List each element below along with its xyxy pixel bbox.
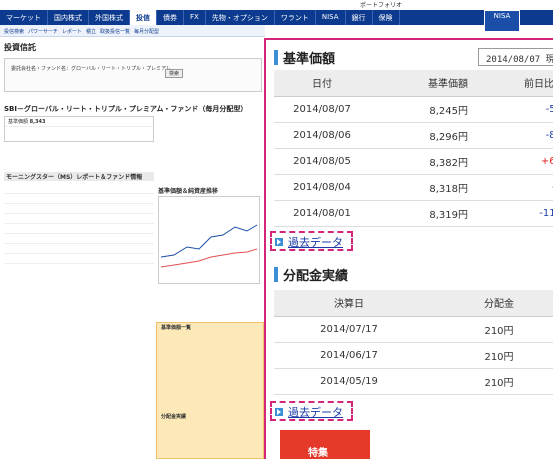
info-row <box>4 254 154 264</box>
nav-date-cell: 2014/08/06 <box>274 122 370 149</box>
nav-tab[interactable]: 銀行 <box>346 10 373 25</box>
nav-date-cell: 2014/08/05 <box>274 148 370 175</box>
morningstar-title: モーニングスター（MS）レポート＆ファンド情報 <box>4 172 154 181</box>
price-label: 基準価額 <box>8 119 29 125</box>
asset-line <box>160 248 258 268</box>
fund-title: SBI－グローバル・リート・トリプル・プレミアム・ファンド（毎月分配型） <box>4 105 248 113</box>
section-title: 投資信託 <box>4 43 36 52</box>
nav-row: 2014/08/078,245円-51 <box>274 96 553 123</box>
nav-date-cell: 2014/08/01 <box>274 200 370 227</box>
info-row <box>4 244 154 254</box>
feature-banner[interactable]: 特集 <box>280 430 370 459</box>
nav-tab[interactable]: FX <box>184 10 206 25</box>
past-data-link-nav[interactable]: 過去データ <box>270 231 353 251</box>
top-band: ポートフォリオ <box>0 0 553 10</box>
nav-tab[interactable]: マーケット <box>0 10 48 25</box>
fund-search-box: 委託会社名・ファンド名：グローバル・リート・トリプル・プレミアム 検索 <box>4 58 262 92</box>
nav-change-cell: -1 <box>474 174 553 201</box>
nav-price-cell: 8,319円 <box>370 200 474 227</box>
subnav-item[interactable]: パワーサーチ <box>28 29 58 35</box>
main-nav: マーケット 国内株式 外国株式 投信 債券 FX 先物・オプション ワラント NISA 銀行 保険 <box>0 10 553 25</box>
dist-table: 決算日 分配金 2014/07/17 210円 2014/06/17 210円 2014/… <box>274 290 553 395</box>
nav-section-title: 基準価額 <box>274 48 335 68</box>
nav-tab[interactable]: 外国株式 <box>89 10 130 25</box>
nav-tab[interactable]: ワラント <box>275 10 316 25</box>
past-data-label: 過去データ <box>288 406 343 419</box>
search-label: 委託会社名・ファンド名：グローバル・リート・トリプル・プレミアム <box>11 66 171 72</box>
nav-price-cell: 8,296円 <box>370 122 474 149</box>
price-summary-box: 基準価額 8,343 <box>4 116 154 142</box>
nav-column-header: 基準価額 <box>370 70 474 97</box>
past-data-link-dist[interactable]: 過去データ <box>270 401 353 421</box>
portfolio-link[interactable]: ポートフォリオ <box>360 0 402 10</box>
nav-date: 2014/08/07 現 <box>478 48 553 66</box>
dist-title-small: 分配金実績 <box>161 414 187 420</box>
dist-date-cell: 2014/05/19 <box>274 368 424 395</box>
nav-price-cell: 8,382円 <box>370 148 474 175</box>
nav-change-cell: -51 <box>474 96 553 123</box>
arrow-right-icon <box>275 408 283 416</box>
nav-price-cell: 8,245円 <box>370 96 474 123</box>
search-button[interactable]: 検索 <box>165 69 184 78</box>
subnav-item[interactable]: 投信検索 <box>4 29 24 35</box>
nav-row: 2014/08/018,319円-111 <box>274 200 553 227</box>
subnav-item[interactable]: 取扱投信一覧 <box>100 29 130 35</box>
dist-column-header: 分配金 <box>424 290 553 317</box>
info-row <box>4 184 154 194</box>
nav-column-header: 日付 <box>274 70 370 97</box>
nav-tab[interactable]: 債券 <box>157 10 184 25</box>
nav-change-cell: -111 <box>474 200 553 227</box>
detail-popup: 基準価額 2014/08/07 現 日付 基準価額 前日比 2014/08/07 8,… <box>264 38 553 459</box>
nav-change-cell: +64 <box>474 148 553 175</box>
dist-amount-cell: 210円 <box>424 342 553 369</box>
dist-section-title: 分配金実績 <box>274 265 348 285</box>
nisa-badge[interactable]: NISA <box>484 10 520 32</box>
nav-tab[interactable]: NISA <box>316 10 346 25</box>
dist-date-cell: 2014/07/17 <box>274 316 424 343</box>
nav-row: 2014/08/068,296円-86 <box>274 122 553 149</box>
sub-nav: 投信検索 パワーサーチ レポート 積立 取扱投信一覧 毎月分配型 <box>0 25 265 37</box>
nav-column-header: 前日比 <box>474 70 553 97</box>
info-row <box>4 224 154 234</box>
nav-chart-title: 基準価額＆純資産推移 <box>158 188 219 195</box>
dist-amount-cell: 210円 <box>424 368 553 395</box>
dist-date-cell: 2014/06/17 <box>274 342 424 369</box>
info-row <box>4 234 154 244</box>
nav-tab[interactable]: 投信 <box>130 10 157 25</box>
nav-tab[interactable]: 国内株式 <box>48 10 89 25</box>
fund-info-rows <box>4 184 154 264</box>
nav-row: 2014/08/048,318円-1 <box>274 174 553 201</box>
nav-date-cell: 2014/08/07 <box>274 96 370 123</box>
dist-row: 2014/07/17 210円 <box>274 316 553 343</box>
info-row <box>4 214 154 224</box>
history-box: 基準価額一覧 分配金実績 <box>156 322 264 459</box>
nav-chart-svg <box>160 224 258 268</box>
nav-change-cell: -86 <box>474 122 553 149</box>
subnav-item[interactable]: 積立 <box>86 29 96 35</box>
nav-tab[interactable]: 保険 <box>373 10 400 25</box>
nav-chart <box>158 196 260 284</box>
past-data-label: 過去データ <box>288 236 343 249</box>
subnav-item[interactable]: レポート <box>62 29 82 35</box>
dist-column-header: 決算日 <box>274 290 424 317</box>
nav-table: 日付基準価額前日比 2014/08/078,245円-512014/08/068… <box>274 70 553 227</box>
info-row <box>4 204 154 214</box>
info-row <box>4 194 154 204</box>
nav-date-cell: 2014/08/04 <box>274 174 370 201</box>
history-title: 基準価額一覧 <box>161 325 192 331</box>
price-value: 8,343 <box>29 119 46 125</box>
dist-amount-cell: 210円 <box>424 316 553 343</box>
arrow-right-icon <box>275 238 283 246</box>
nav-price-cell: 8,318円 <box>370 174 474 201</box>
dist-row: 2014/06/17 210円 <box>274 342 553 369</box>
subnav-item[interactable]: 毎月分配型 <box>134 29 159 35</box>
dist-row: 2014/05/19 210円 <box>274 368 553 395</box>
nav-tab[interactable]: 先物・オプション <box>206 10 275 25</box>
nav-row: 2014/08/058,382円+64 <box>274 148 553 175</box>
